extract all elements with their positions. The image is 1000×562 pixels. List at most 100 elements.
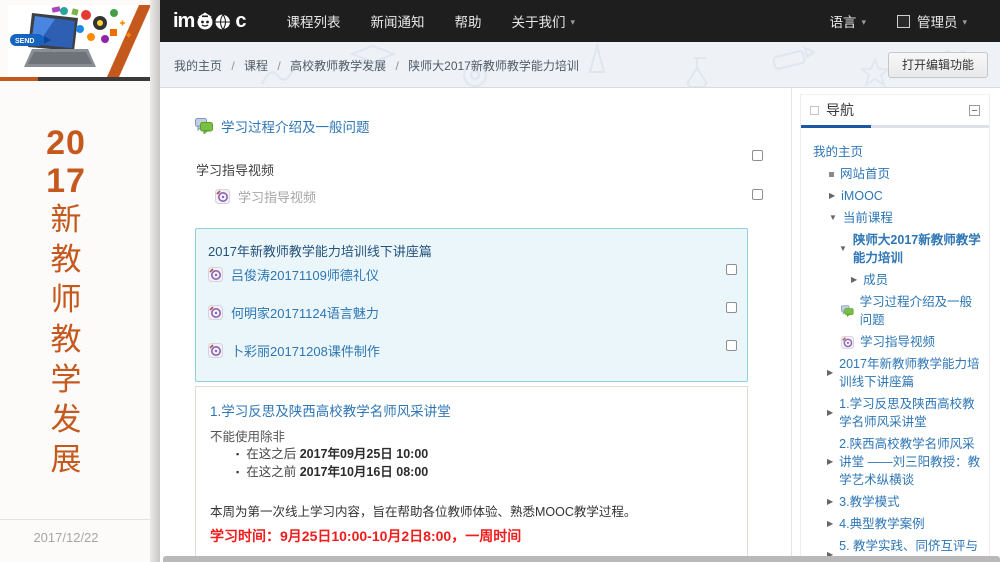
slide-title-char: 教 <box>0 240 132 280</box>
collapse-icon[interactable]: ▼ <box>839 240 847 258</box>
subsection-label: 学习指导视频 <box>196 160 274 179</box>
logo-oo-icon <box>196 12 234 30</box>
breadcrumb-bar: U 我的主页 / 课程 / 高校教师教学发展 / 陕师大2017新教师教学能力培… <box>160 42 1000 88</box>
chevron-down-icon: ▾ <box>861 17 866 28</box>
forum-icon <box>841 305 854 317</box>
slide-title-char: 教 <box>0 320 132 360</box>
slide-title-char: 学 <box>0 360 132 400</box>
presentation-slide: SEND 20 17 新 教 师 教 学 发 展 2017/12/22 <box>0 0 160 562</box>
breadcrumb-courses[interactable]: 课程 <box>244 59 268 73</box>
sidebar-item-forum[interactable]: 学习过程介绍及一般问题 <box>801 293 983 329</box>
expand-icon[interactable]: ▶ <box>827 515 833 533</box>
nav-help[interactable]: 帮助 <box>439 11 496 31</box>
video-activity-row: 吕俊涛20171109师德礼仪 <box>208 265 379 284</box>
sidebar-item-section0[interactable]: ▶2017年新教师教学能力培训线下讲座篇 <box>801 355 983 391</box>
sidebar-item-section3[interactable]: ▶3.教学模式 <box>801 493 983 511</box>
content-sidebar-divider <box>791 88 792 562</box>
section-description: 本周为第一次线上学习内容，旨在帮助各位教师体验、熟悉MOOC教学过程。 <box>210 501 636 520</box>
video-activity-row-dimmed: 学习指导视频 <box>215 187 316 206</box>
multimedia-laptop-image: SEND <box>8 5 152 77</box>
slide-title-char: 新 <box>0 200 132 240</box>
restriction-condition: 在这之前 2017年10月16日 08:00 <box>236 461 428 480</box>
section-link[interactable]: 1.学习反思及陕西高校教学名师风采讲堂 <box>210 400 451 420</box>
forum-icon <box>195 118 213 134</box>
completion-checkbox[interactable] <box>726 302 737 313</box>
expand-icon[interactable]: ▶ <box>829 187 835 205</box>
navigation-block-header: 导航 <box>801 95 989 125</box>
logo-text-im: im <box>173 10 194 32</box>
breadcrumb-my-home[interactable]: 我的主页 <box>174 59 222 73</box>
slide-title: 20 17 新 教 师 教 学 发 展 <box>0 124 132 480</box>
imooc-logo[interactable]: im c <box>173 10 245 32</box>
laptop-collage-illustration: SEND <box>8 5 152 77</box>
slide-footer-divider <box>0 519 150 520</box>
video-icon <box>208 267 223 282</box>
sidebar-item-current-course[interactable]: ▼当前课程 <box>801 209 983 227</box>
sidebar-item-video[interactable]: 学习指导视频 <box>801 333 983 351</box>
sidebar-item-section2[interactable]: ▶2.陕西高校教学名师风采讲堂 ——刘三阳教授：教学艺术纵横谈 <box>801 435 983 489</box>
bullet-icon <box>829 172 834 177</box>
bottom-scrollbar[interactable] <box>163 556 1000 562</box>
collapse-icon[interactable]: ▼ <box>829 209 837 227</box>
browser-window: im c 课程列表 新闻通知 帮助 关于我们▾ 语言▾ 管理员▾ <box>160 0 1000 562</box>
nav-language-menu[interactable]: 语言▾ <box>814 11 881 31</box>
expand-icon[interactable]: ▶ <box>827 404 833 422</box>
sidebar-item-course[interactable]: ▼陕师大2017新教师教学能力培训 <box>801 231 983 267</box>
next-section-box: 1.学习反思及陕西高校教学名师风采讲堂 不能使用除非 在这之后 2017年09月… <box>195 386 748 562</box>
nav-admin-menu[interactable]: 管理员▾ <box>917 11 982 31</box>
sidebar-item-my-home[interactable]: 我的主页 <box>801 143 983 161</box>
restriction-condition: 在这之后 2017年09月25日 10:00 <box>236 443 428 462</box>
video-link[interactable]: 何明家20171124语言魅力 <box>231 303 379 322</box>
breadcrumb: 我的主页 / 课程 / 高校教师教学发展 / 陕师大2017新教师教学能力培训 <box>174 57 579 74</box>
forum-link[interactable]: 学习过程介绍及一般问题 <box>221 116 370 136</box>
video-activity-row: 卜彩丽20171208课件制作 <box>208 341 380 360</box>
move-block-icon[interactable] <box>810 106 819 115</box>
expand-icon[interactable]: ▶ <box>827 364 833 382</box>
breadcrumb-current-course[interactable]: 陕师大2017新教师教学能力培训 <box>408 59 579 73</box>
study-time-notice: 学习时间：9月25日10:00-10月2日8:00，一周时间 <box>210 526 521 546</box>
slide-title-char: 展 <box>0 440 132 480</box>
navigation-block-title: 导航 <box>826 100 969 120</box>
collapse-block-icon[interactable] <box>969 105 980 116</box>
expand-icon[interactable]: ▶ <box>851 271 857 289</box>
video-icon <box>208 305 223 320</box>
video-link[interactable]: 卜彩丽20171208课件制作 <box>231 341 380 360</box>
slide-year-line1: 20 <box>0 124 132 162</box>
video-link-dimmed[interactable]: 学习指导视频 <box>238 187 316 206</box>
highlighted-topic-box: 2017年新教师教学能力培训线下讲座篇 吕俊涛20171109师德礼仪 <box>195 228 748 382</box>
top-navbar: im c 课程列表 新闻通知 帮助 关于我们▾ 语言▾ 管理员▾ <box>160 0 1000 42</box>
block-header-rule <box>801 125 989 128</box>
sidebar-item-section4[interactable]: ▶4.典型教学案例 <box>801 515 983 533</box>
completion-checkbox[interactable] <box>752 150 763 161</box>
chevron-down-icon: ▾ <box>570 17 575 28</box>
expand-icon[interactable]: ▶ <box>827 493 833 511</box>
logo-text-c: c <box>235 10 245 32</box>
sidebar-item-section1[interactable]: ▶1.学习反思及陕西高校教学名师风采讲堂 <box>801 395 983 431</box>
completion-checkbox[interactable] <box>726 340 737 351</box>
expand-icon[interactable]: ▶ <box>827 453 833 471</box>
video-link[interactable]: 吕俊涛20171109师德礼仪 <box>231 265 379 284</box>
sidebar-item-site-home[interactable]: 网站首页 <box>801 165 983 183</box>
forum-activity-row: 学习过程介绍及一般问题 <box>195 116 370 136</box>
breadcrumb-category[interactable]: 高校教师教学发展 <box>290 59 386 73</box>
video-icon <box>215 189 230 204</box>
nav-news[interactable]: 新闻通知 <box>355 11 439 31</box>
sidebar-item-participants[interactable]: ▶成员 <box>801 271 983 289</box>
video-icon <box>208 343 223 358</box>
navigation-block: 导航 我的主页 网站首页 ▶iMOOC ▼当前课程 ▼陕师大2017新教师教学能… <box>800 94 990 558</box>
topic-title: 2017年新教师教学能力培训线下讲座篇 <box>208 241 432 260</box>
video-icon <box>841 336 854 349</box>
turn-editing-on-button[interactable]: 打开编辑功能 <box>888 52 988 78</box>
completion-checkbox[interactable] <box>752 189 763 200</box>
completion-checkbox[interactable] <box>726 264 737 275</box>
slide-divider-rule <box>0 77 152 81</box>
nav-course-list[interactable]: 课程列表 <box>271 11 355 31</box>
send-button-label: SEND <box>15 38 34 45</box>
avatar <box>897 15 910 28</box>
slide-date: 2017/12/22 <box>0 530 132 545</box>
chevron-down-icon: ▾ <box>962 17 967 28</box>
sidebar-item-imooc[interactable]: ▶iMOOC <box>801 187 983 205</box>
nav-about[interactable]: 关于我们▾ <box>496 11 590 31</box>
slide-year-line2: 17 <box>0 162 132 200</box>
course-page: 学习过程介绍及一般问题 学习指导视频 学习指导视频 2017年新教师教学能力培训… <box>160 88 1000 562</box>
